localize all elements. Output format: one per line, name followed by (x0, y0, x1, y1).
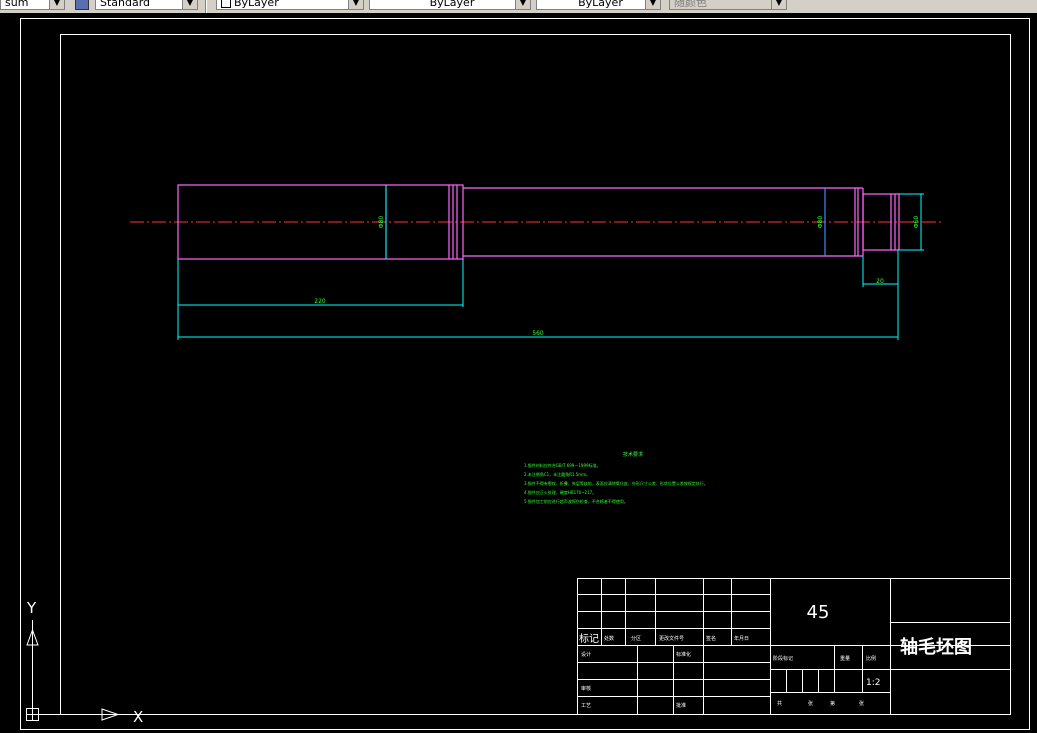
label-weight: 重量 (840, 655, 850, 662)
text-style-dropdown[interactable]: Standard ▼ (95, 0, 198, 10)
linetype-value: ByLayer (429, 0, 475, 9)
toolbar-separator (205, 0, 207, 13)
chevron-down-icon[interactable]: ▼ (515, 0, 530, 9)
material-value: 45 (807, 602, 830, 623)
note-line: 4.锻件应正火处理，硬度HB170~217。 (524, 489, 596, 495)
label-design: 设计 (581, 651, 591, 658)
note-line: 2.未注倒角C1，未注圆角R1.5mm。 (524, 471, 590, 477)
label-approve: 批准 (676, 702, 686, 709)
label-sheet-total: 共 (777, 700, 782, 707)
label-sheet: 张 (808, 700, 813, 707)
label-sheet: 张 (859, 700, 864, 707)
label-count: 处数 (604, 635, 614, 642)
lineweight-value: ByLayer (578, 0, 623, 9)
dim-right-step: 20 (876, 278, 884, 285)
scale-value: 1:2 (866, 678, 880, 688)
ucs-icon (26, 620, 125, 721)
label-zone: 分区 (631, 635, 641, 642)
label-sheet-no: 第 (830, 700, 835, 707)
color-dropdown[interactable]: ByLayer ▼ (216, 0, 364, 10)
notes-title: 技术要求 (623, 451, 643, 458)
dim-total-length: 560 (532, 330, 544, 337)
label-change-doc: 更改文件号 (659, 635, 684, 642)
chevron-down-icon[interactable]: ▼ (645, 0, 660, 9)
title-block-labels: 标记 处数 分区 更改文件号 签名 年月日 设计 标准化 审核 工艺 批准 阶段… (579, 633, 876, 709)
lineweight-dropdown[interactable]: ByLayer ▼ (536, 0, 661, 10)
note-line: 1.锻件材料应符合GB/T 699—1999标准。 (524, 462, 601, 468)
dimension-lines (177, 185, 924, 340)
label-craft: 工艺 (581, 703, 591, 709)
dim-bore-left: Φ80 (378, 216, 385, 229)
layer-value: sum (5, 0, 29, 9)
label-check: 审核 (581, 685, 591, 692)
note-line: 3.锻件不得有裂纹、折叠、夹层等缺陷，表面应清除氧化皮，外形尺寸公差、形状位置公… (524, 480, 708, 486)
label-stage-mark: 阶段标记 (773, 655, 793, 662)
ucs-y-label: Y (26, 599, 37, 617)
ucs-x-label: X (133, 708, 143, 726)
text-style-value: Standard (100, 0, 151, 9)
inner-frame (60, 34, 1011, 715)
chevron-down-icon[interactable]: ▼ (182, 0, 197, 9)
properties-toolbar: sum ▼ Standard ▼ ByLayer ▼ ByLayer ▼ ByL… (0, 0, 1037, 13)
chevron-down-icon[interactable]: ▼ (49, 0, 64, 9)
plotstyle-dropdown[interactable]: 随颜色 ▼ (669, 0, 787, 10)
chevron-down-icon[interactable]: ▼ (348, 0, 363, 9)
color-swatch-icon (221, 0, 231, 8)
outer-border (20, 18, 1030, 730)
plotstyle-value: 随颜色 (674, 0, 707, 9)
label-mark: 标记 (579, 633, 599, 645)
drawing-title: 轴毛坯图 (900, 636, 972, 658)
label-sign: 签名 (706, 635, 716, 642)
note-line: 5.锻件加工前应进行超声波探伤检查，不合格者不得使用。 (524, 498, 628, 504)
linetype-dropdown[interactable]: ByLayer ▼ (369, 0, 531, 10)
layer-dropdown[interactable]: sum ▼ (0, 0, 65, 10)
color-value: ByLayer (234, 0, 279, 9)
dim-left-length: 220 (314, 298, 326, 305)
text-style-icon (75, 0, 89, 10)
drawing-canvas[interactable]: 220 560 20 Φ80 Φ80 Φ60 技术要求 1.锻件材料应符合GB/… (0, 13, 1037, 733)
dim-bore-right: Φ80 (817, 216, 824, 229)
label-date: 年月日 (734, 635, 749, 642)
label-ratio: 比例 (866, 655, 876, 662)
dim-end-dia: Φ60 (913, 216, 920, 229)
label-standardize: 标准化 (676, 651, 691, 658)
chevron-down-icon[interactable]: ▼ (771, 0, 786, 9)
technical-notes: 技术要求 1.锻件材料应符合GB/T 699—1999标准。 2.未注倒角C1，… (524, 451, 708, 504)
